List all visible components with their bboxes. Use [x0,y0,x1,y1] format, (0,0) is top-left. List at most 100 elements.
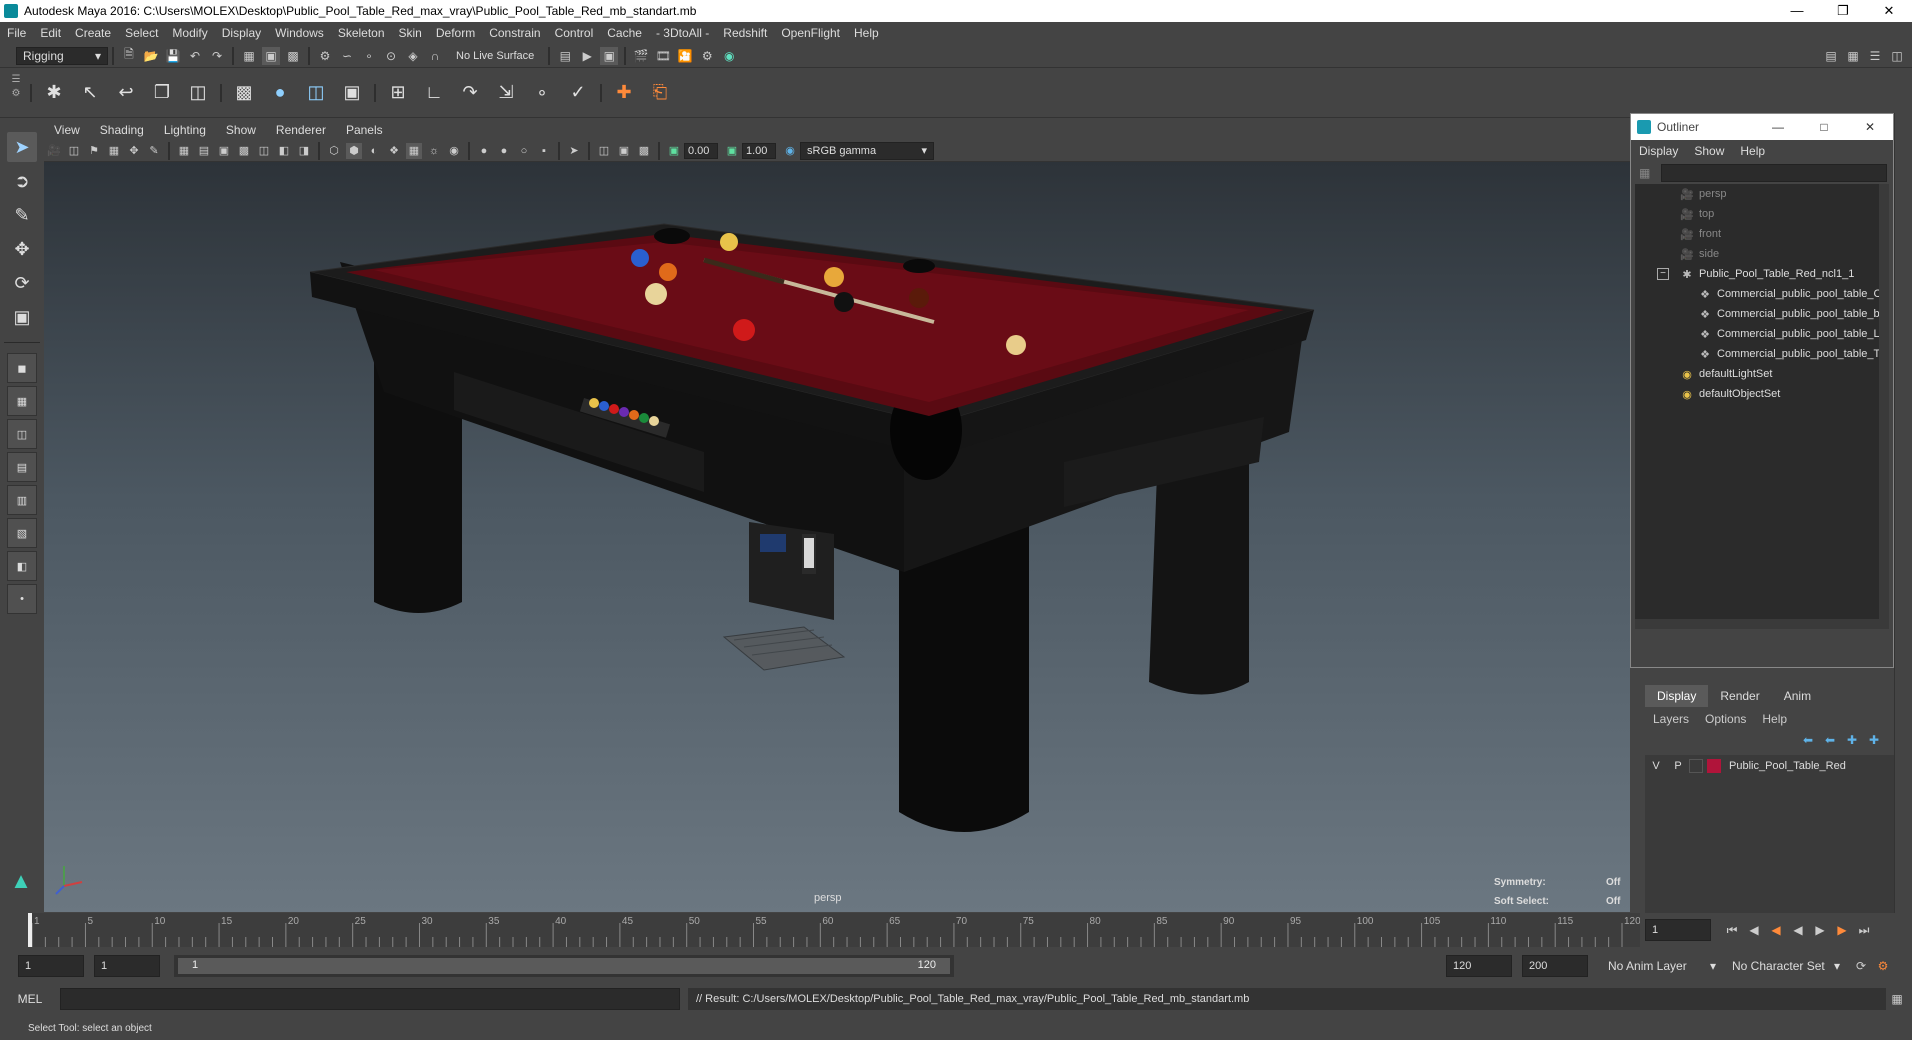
layer-visibility-toggle[interactable]: V [1645,760,1667,772]
four-view-icon[interactable]: ▦ [7,386,37,416]
undo-icon[interactable]: ↶ [186,47,204,65]
new-scene-icon[interactable]: 🗎 [120,47,138,65]
snap-surface-icon[interactable]: ◈ [404,47,422,65]
play-back-icon[interactable]: ◀ [1789,921,1807,939]
shadows-icon[interactable]: ◉ [446,143,462,159]
panel-menu-lighting[interactable]: Lighting [154,120,216,140]
two-view-icon[interactable]: ◫ [7,419,37,449]
outliner-item-front[interactable]: 🎥 front [1635,224,1889,244]
outliner-persp-icon[interactable]: ▤ [7,452,37,482]
close-icon[interactable]: ✕ [1847,120,1893,134]
select-tool-icon[interactable]: ➤ [7,132,37,162]
move-tool-icon[interactable]: ✥ [7,234,37,264]
step-back-key-icon[interactable]: ◀ [1767,921,1785,939]
step-forward-key-icon[interactable]: ▶ [1833,921,1851,939]
field-chart-icon[interactable]: ◫ [256,143,272,159]
screen-space-ao-icon[interactable]: ● [476,143,492,159]
animation-prefs-icon[interactable]: ⚙ [1874,957,1892,975]
play-forward-icon[interactable]: ▶ [1811,921,1829,939]
lasso-tool-icon[interactable]: ➲ [7,166,37,196]
restore-icon[interactable]: ❐ [1820,0,1866,22]
outliner-item-persp[interactable]: 🎥 persp [1635,184,1889,204]
safe-title-icon[interactable]: ◨ [296,143,312,159]
script-editor-icon[interactable]: ▦ [1888,990,1906,1008]
copy-weights-icon[interactable]: ⇲ [491,78,521,108]
save-scene-icon[interactable]: 💾 [164,47,182,65]
twod-pan-icon[interactable]: ✥ [126,143,142,159]
paint-weights-icon[interactable]: ∟ [419,78,449,108]
bookmark-icon[interactable]: ⚑ [86,143,102,159]
input-ops-icon[interactable]: ▤ [556,47,574,65]
layer-playback-toggle[interactable]: P [1667,760,1689,772]
output-ops-icon[interactable]: ▶ [578,47,596,65]
layer-menu-options[interactable]: Options [1697,709,1754,729]
close-icon[interactable]: ✕ [1866,0,1912,22]
minimize-icon[interactable]: — [1774,0,1820,22]
menu-select[interactable]: Select [118,22,165,44]
panel-menu-show[interactable]: Show [216,120,266,140]
panel-menu-panels[interactable]: Panels [336,120,393,140]
exposure-field[interactable]: 0.00 [684,142,718,159]
resolution-gate-icon[interactable]: ▣ [216,143,232,159]
character-set-dropdown[interactable]: No Character Set ▾ [1726,957,1846,975]
mode-dropdown[interactable]: Rigging ▾ [16,46,108,65]
depth-of-field-icon[interactable]: ▪ [536,143,552,159]
prune-weights-icon[interactable]: ✓ [563,78,593,108]
panel-menu-shading[interactable]: Shading [90,120,154,140]
ik-spline-icon[interactable]: ↩ [111,78,141,108]
scale-tool-icon[interactable]: ▣ [7,302,37,332]
layout-menu-icon[interactable]: • [7,584,37,614]
gate-mask-icon[interactable]: ▩ [236,143,252,159]
grid-icon[interactable]: ▦ [176,143,192,159]
safe-action-icon[interactable]: ◧ [276,143,292,159]
tab-render[interactable]: Render [1708,685,1771,707]
snap-curve-icon[interactable]: ∽ [338,47,356,65]
custom-layout-icon[interactable]: ◧ [7,551,37,581]
panel-menu-renderer[interactable]: Renderer [266,120,336,140]
layer-menu-layers[interactable]: Layers [1645,709,1697,729]
camera-select-icon[interactable]: 🎥 [46,143,62,159]
menu-edit[interactable]: Edit [33,22,68,44]
redo-icon[interactable]: ↷ [208,47,226,65]
film-gate-icon[interactable]: ▤ [196,143,212,159]
gamma-field[interactable]: 1.00 [742,142,776,159]
layer-row[interactable]: V P Public_Pool_Table_Red [1645,755,1895,777]
filter-icon[interactable]: ▦ [1639,166,1655,180]
menu-display[interactable]: Display [215,22,268,44]
menu-redshift[interactable]: Redshift [716,22,774,44]
smooth-weights-icon[interactable]: ∘ [527,78,557,108]
time-slider[interactable]: 1 5 10 15 20 25 30 35 40 45 50 55 60 65 70 75 80 85 90 95 10… [0,913,1641,947]
menu-deform[interactable]: Deform [429,22,482,44]
outliner-menu-help[interactable]: Help [1732,140,1773,162]
grease-pencil-icon[interactable]: ✎ [146,143,162,159]
rotate-tool-icon[interactable]: ⟳ [7,268,37,298]
layer-type-toggle[interactable] [1689,759,1703,773]
outliner-item-object-set[interactable]: ◉ defaultObjectSet [1635,384,1889,404]
layer-color-swatch[interactable] [1707,759,1721,773]
color-management-icon[interactable]: ◉ [782,143,798,159]
single-view-icon[interactable]: ◼ [7,353,37,383]
range-slider[interactable]: 1 120 [174,955,954,977]
snap-grid-icon[interactable]: ⚙ [316,47,334,65]
render-settings-icon[interactable]: ⚙ [698,47,716,65]
xray-joints-icon[interactable]: ▩ [636,143,652,159]
select-object-icon[interactable]: ▣ [262,46,280,65]
restore-icon[interactable]: □ [1801,120,1847,134]
menu-skin[interactable]: Skin [392,22,429,44]
colorspace-dropdown[interactable]: sRGB gamma ▾ [800,141,934,160]
menu-skeleton[interactable]: Skeleton [331,22,392,44]
go-to-start-icon[interactable]: ⏮ [1723,921,1741,939]
locator-icon[interactable]: ◫ [183,78,213,108]
bind-skin-icon[interactable]: ⊞ [383,78,413,108]
minimize-icon[interactable]: — [1755,120,1801,134]
image-plane-icon[interactable]: ▦ [106,143,122,159]
menu-file[interactable]: File [0,22,33,44]
paint-select-icon[interactable]: ✎ [7,200,37,230]
wireframe-on-shaded-icon[interactable]: ❖ [386,143,402,159]
use-all-lights-icon[interactable]: ☼ [426,143,442,159]
ipr-render-icon[interactable]: 🎦 [676,47,694,65]
wireframe-icon[interactable]: ⬡ [326,143,342,159]
default-material-icon[interactable]: ◐ [366,143,382,159]
outliner-item-mesh-cu[interactable]: ❖ Commercial_public_pool_table_Cu [1635,284,1889,304]
magnet-icon[interactable]: ∩ [426,47,444,65]
